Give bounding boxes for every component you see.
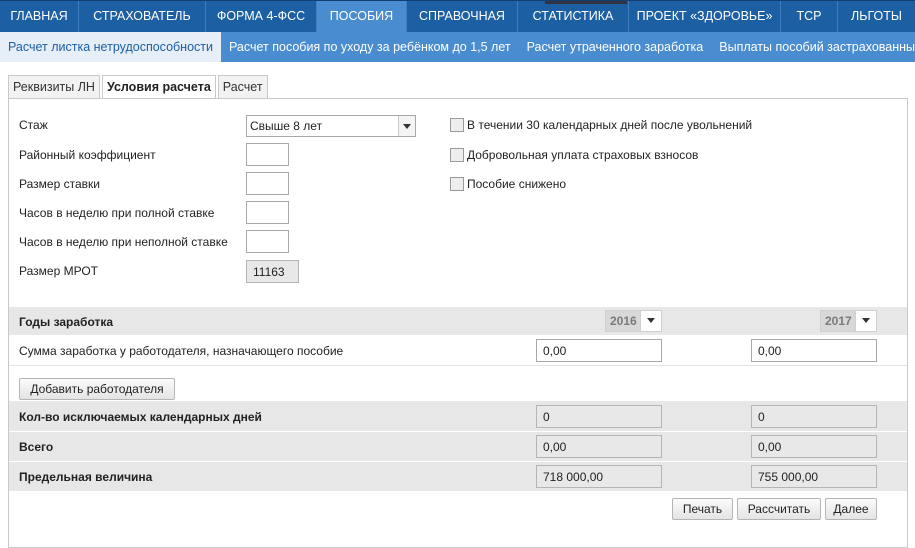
limit2-value: 755 000,00 <box>758 469 819 484</box>
excluded1-value: 0 <box>543 409 550 424</box>
nav-insurer[interactable]: СТРАХОВАТЕЛЬ <box>79 1 206 32</box>
divider <box>9 365 907 366</box>
chevron-down-icon <box>640 311 661 331</box>
excluded1-field: 0 <box>536 405 662 428</box>
limit-label: Предельная величина <box>19 470 153 484</box>
mrot-value: 11163 <box>253 264 285 279</box>
year1-select[interactable]: 2016 <box>605 310 662 332</box>
subnav-payments[interactable]: Выплаты пособий застрахованным <box>711 32 915 62</box>
rayon-label: Районный коэффициент <box>19 148 156 162</box>
part-hours-label: Часов в неделю при неполной ставке <box>19 235 228 249</box>
total-label: Всего <box>19 440 54 454</box>
subnav-lost-earnings-calc[interactable]: Расчет утраченного заработка <box>519 32 712 62</box>
nav-benefits[interactable]: ПОСОБИЯ <box>317 1 407 32</box>
total1-value: 0,00 <box>543 439 567 454</box>
limit1-field: 718 000,00 <box>536 465 662 488</box>
nav-statistics[interactable]: СТАТИСТИКА <box>518 1 629 32</box>
chevron-down-icon <box>398 116 415 136</box>
tab-conditions[interactable]: Условия расчета <box>101 75 216 100</box>
year2-value: 2017 <box>825 314 852 328</box>
stazh-value: Свыше 8 лет <box>250 119 323 133</box>
form-tabs: Реквизиты ЛН Условия расчета Расчет <box>8 75 270 100</box>
year2-select[interactable]: 2017 <box>820 310 877 332</box>
reduced-label: Пособие снижено <box>467 177 567 191</box>
year1-value: 2016 <box>610 314 637 328</box>
full-hours-input[interactable] <box>246 201 289 224</box>
tab-requisites[interactable]: Реквизиты ЛН <box>8 75 100 98</box>
subnav-sick-leave-calc[interactable]: Расчет листка нетрудоспособности <box>0 32 221 62</box>
nav-health-project[interactable]: ПРОЕКТ «ЗДОРОВЬЕ» <box>629 1 781 32</box>
sum2-input[interactable]: 0,00 <box>751 339 877 362</box>
voluntary-label: Добровольная уплата страховых взносов <box>467 148 699 162</box>
nav-home[interactable]: ГЛАВНАЯ <box>0 1 79 32</box>
calculate-button[interactable]: Рассчитать <box>737 498 821 520</box>
main-navigation: ГЛАВНАЯ СТРАХОВАТЕЛЬ ФОРМА 4-ФСС ПОСОБИЯ… <box>0 0 915 32</box>
sum2-value: 0,00 <box>758 343 782 358</box>
nav-form-4fss[interactable]: ФОРМА 4-ФСС <box>206 1 317 32</box>
excluded2-value: 0 <box>758 409 765 424</box>
add-employer-button[interactable]: Добавить работодателя <box>19 378 175 400</box>
limit2-field: 755 000,00 <box>751 465 877 488</box>
mrot-label: Размер МРОТ <box>19 264 98 278</box>
after-dismissal-checkbox[interactable] <box>450 118 464 132</box>
voluntary-checkbox[interactable] <box>450 148 464 162</box>
nav-reference[interactable]: СПРАВОЧНАЯ <box>407 1 518 32</box>
nav-tsr[interactable]: ТСР <box>781 1 838 32</box>
excluded-label: Кол-во исключаемых календарных дней <box>19 410 262 424</box>
tab-calculation[interactable]: Расчет <box>217 75 268 98</box>
years-label: Годы заработка <box>19 315 114 329</box>
years-header-row <box>9 307 907 335</box>
print-button[interactable]: Печать <box>672 498 733 520</box>
sub-navigation: Расчет листка нетрудоспособности Расчет … <box>0 32 915 62</box>
total2-field: 0,00 <box>751 435 877 458</box>
sum-label: Сумма заработка у работодателя, назначаю… <box>19 344 344 358</box>
part-hours-input[interactable] <box>246 230 289 253</box>
excluded2-field: 0 <box>751 405 877 428</box>
total1-field: 0,00 <box>536 435 662 458</box>
after-dismissal-label: В течении 30 календарных дней после увол… <box>467 118 753 132</box>
reduced-checkbox[interactable] <box>450 177 464 191</box>
chevron-down-icon <box>855 311 876 331</box>
sum1-input[interactable]: 0,00 <box>536 339 662 362</box>
total2-value: 0,00 <box>758 439 782 454</box>
nav-benefits-privileges[interactable]: ЛЬГОТЫ <box>838 1 915 32</box>
header-banner-edge <box>545 1 627 4</box>
next-button[interactable]: Далее <box>825 498 877 520</box>
mrot-field: 11163 <box>246 260 299 283</box>
rayon-input[interactable] <box>246 143 289 166</box>
stazh-select[interactable]: Свыше 8 лет <box>246 115 416 137</box>
stavka-input[interactable] <box>246 172 289 195</box>
limit1-value: 718 000,00 <box>543 469 604 484</box>
stazh-label: Стаж <box>19 118 48 132</box>
full-hours-label: Часов в неделю при полной ставке <box>19 206 215 220</box>
subnav-childcare-calc[interactable]: Расчет пособия по уходу за ребёнком до 1… <box>221 32 519 62</box>
sum1-value: 0,00 <box>543 343 567 358</box>
stavka-label: Размер ставки <box>19 177 100 191</box>
